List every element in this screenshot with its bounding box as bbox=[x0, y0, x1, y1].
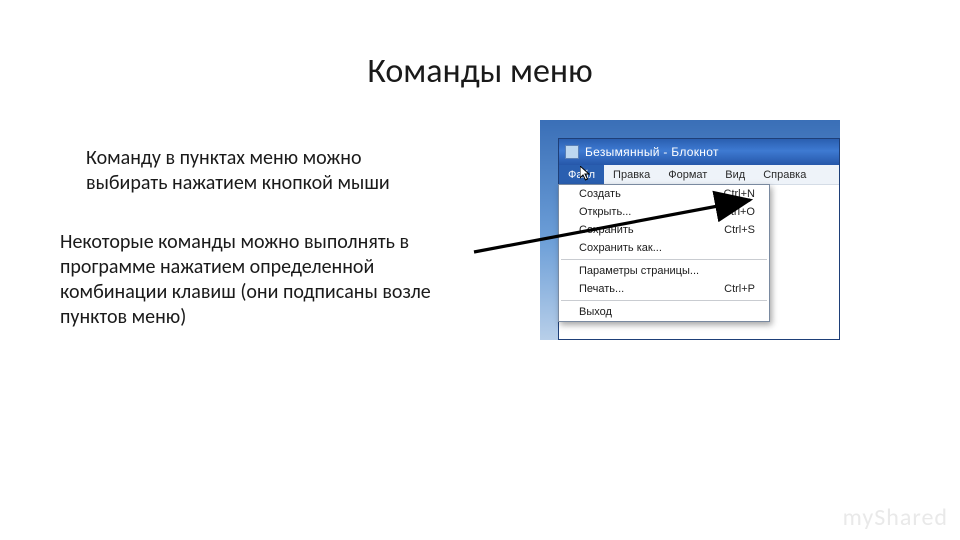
menu-item[interactable]: Сохранить Ctrl+S bbox=[559, 221, 769, 239]
app-icon bbox=[565, 145, 579, 159]
menu-help[interactable]: Справка bbox=[754, 165, 815, 184]
menu-item-label: Сохранить bbox=[579, 224, 634, 236]
slide-title: Команды меню bbox=[0, 51, 960, 92]
menu-item[interactable]: Параметры страницы... bbox=[559, 262, 769, 280]
menu-item[interactable]: Сохранить как... bbox=[559, 239, 769, 257]
menu-item-label: Печать... bbox=[579, 283, 624, 295]
watermark: myShared bbox=[843, 503, 948, 532]
menu-separator bbox=[561, 259, 767, 260]
menu-file[interactable]: Файл bbox=[559, 165, 604, 184]
menu-item[interactable]: Создать Ctrl+N bbox=[559, 185, 769, 203]
menu-item-shortcut: Ctrl+O bbox=[723, 206, 755, 218]
menu-item-label: Выход bbox=[579, 306, 612, 318]
menu-item-label: Открыть... bbox=[579, 206, 631, 218]
menu-item[interactable]: Печать... Ctrl+P bbox=[559, 280, 769, 298]
window-title: Безымянный - Блокнот bbox=[585, 145, 719, 159]
menu-item-shortcut: Ctrl+P bbox=[724, 283, 755, 295]
paragraph-1: Команду в пунктах меню можно выбирать на… bbox=[86, 146, 446, 196]
paragraph-2: Некоторые команды можно выполнять в прог… bbox=[60, 230, 458, 330]
menu-item-label: Параметры страницы... bbox=[579, 265, 699, 277]
file-dropdown: Создать Ctrl+N Открыть... Ctrl+O Сохрани… bbox=[558, 184, 770, 322]
menu-item[interactable]: Открыть... Ctrl+O bbox=[559, 203, 769, 221]
titlebar: Безымянный - Блокнот bbox=[559, 139, 839, 165]
menu-view[interactable]: Вид bbox=[716, 165, 754, 184]
menu-item-label: Сохранить как... bbox=[579, 242, 662, 254]
menubar: Файл Правка Формат Вид Справка bbox=[559, 165, 839, 185]
menu-item-label: Создать bbox=[579, 188, 621, 200]
menu-format[interactable]: Формат bbox=[659, 165, 716, 184]
menu-separator bbox=[561, 300, 767, 301]
screenshot-illustration: Безымянный - Блокнот Файл Правка Формат … bbox=[540, 120, 840, 340]
menu-edit[interactable]: Правка bbox=[604, 165, 659, 184]
menu-item[interactable]: Выход bbox=[559, 303, 769, 321]
menu-item-shortcut: Ctrl+S bbox=[724, 224, 755, 236]
menu-item-shortcut: Ctrl+N bbox=[724, 188, 755, 200]
